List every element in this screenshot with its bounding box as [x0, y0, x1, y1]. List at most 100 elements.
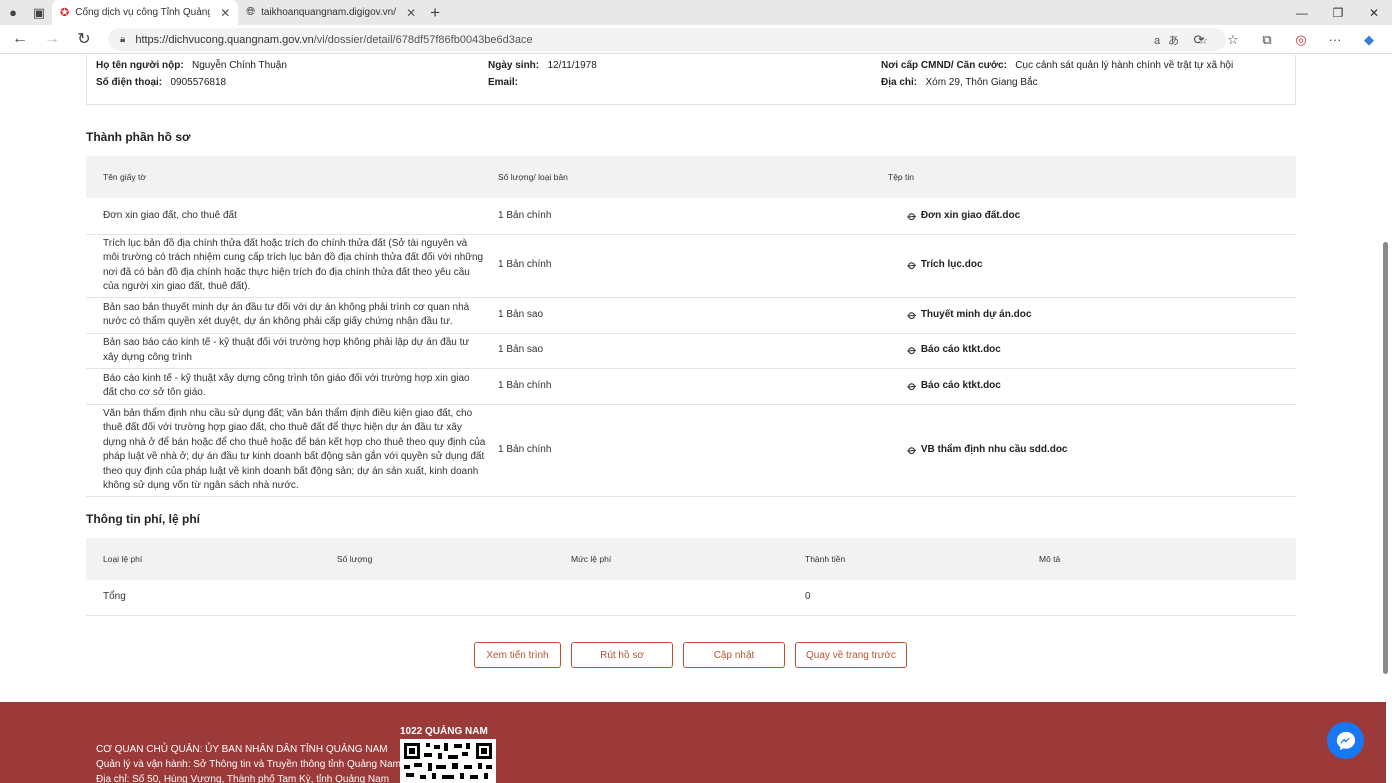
close-tab-icon[interactable]: ✕: [406, 6, 416, 20]
file-link[interactable]: ⌀ Trích lục.doc: [893, 256, 1296, 274]
footer-agency: CƠ QUAN CHỦ QUẢN: ỦY BAN NHÂN DÂN TỈNH Q…: [96, 744, 388, 755]
doc-qty: 1 Bản chính: [486, 404, 876, 497]
documents-title: Thành phần hồ sơ: [86, 130, 191, 144]
paperclip-icon: ⌀: [904, 256, 921, 274]
doc-name: Văn bản thẩm định nhu cầu sử dụng đất; v…: [86, 404, 486, 497]
favorites-icon[interactable]: ☆: [1216, 32, 1250, 48]
close-tab-icon[interactable]: ✕: [220, 6, 230, 20]
table-row: Tổng 0: [86, 580, 1296, 616]
maximize-icon[interactable]: ❐: [1320, 0, 1356, 25]
fees-table: Loại lệ phí Số lượng Mức lệ phí Thành ti…: [86, 538, 1296, 616]
doc-qty: 1 Bản sao: [486, 297, 876, 334]
menu-icon[interactable]: ···: [1318, 32, 1352, 47]
doc-name: Báo cáo kinh tế - kỹ thuật xây dựng công…: [86, 368, 486, 405]
update-button[interactable]: Cập nhật: [683, 642, 785, 668]
paperclip-icon: ⌀: [904, 306, 921, 323]
table-row: Bản sao báo cáo kinh tế - kỹ thuật đối v…: [86, 333, 1296, 369]
forward-icon[interactable]: →: [36, 30, 68, 48]
address-bar-row: ← → ↻ 🔒︎ https://dichvucong.quangnam.gov…: [0, 25, 1392, 54]
applicant-phone: Số điện thoại: 0905576818: [96, 77, 227, 88]
applicant-email: Email:: [488, 77, 519, 88]
table-row: Đơn xin giao đất, cho thuê đất 1 Bản chí…: [86, 198, 1296, 235]
url-host: https://dichvucong.quangnam.gov.vn: [135, 33, 314, 46]
fees-title: Thông tin phí, lệ phí: [86, 512, 200, 526]
table-row: Báo cáo kinh tế - kỹ thuật xây dựng công…: [86, 368, 1296, 405]
file-link[interactable]: ⌀ Báo cáo ktkt.doc: [893, 341, 1296, 359]
globe-icon: 🌐︎: [246, 6, 256, 18]
table-header-row: Tên giấy tờ Số lượng/ loại bản Tệp tin: [86, 156, 1296, 198]
col-doc-file: Tệp tin: [876, 156, 1296, 198]
applicant-address: Địa chỉ: Xóm 29, Thôn Giang Bắc: [881, 77, 1038, 88]
new-tab-button[interactable]: +: [430, 3, 440, 23]
withdraw-button[interactable]: Rút hồ sơ: [571, 642, 673, 668]
total-label: Tổng: [86, 580, 320, 616]
applicant-issuer: Nơi cấp CMND/ Căn cước: Cục cảnh sát quả…: [881, 60, 1234, 71]
view-progress-button[interactable]: Xem tiến trình: [474, 642, 561, 668]
browser-tab-bar: ● ▣ ✪ Cổng dịch vụ công Tỉnh Quảng Nam ✕…: [0, 0, 1392, 25]
back-icon[interactable]: ←: [4, 30, 36, 48]
doc-name: Bản sao báo cáo kinh tế - kỹ thuật đối v…: [86, 333, 486, 369]
paperclip-icon: ⌀: [904, 341, 921, 359]
table-row: Trích lục bản đồ địa chính thửa đất hoặc…: [86, 234, 1296, 298]
table-row: Văn bản thẩm định nhu cầu sử dụng đất; v…: [86, 404, 1296, 497]
file-link[interactable]: ⌀ Thuyết minh dự án.doc: [893, 306, 1296, 323]
qr-code: [400, 739, 496, 783]
lock-icon: 🔒︎: [120, 34, 126, 45]
messenger-chat-button[interactable]: [1327, 722, 1364, 759]
col-fee-rate: Mức lệ phí: [554, 538, 788, 580]
doc-name: Bản sao bản thuyết minh dự án đầu tư đối…: [86, 297, 486, 334]
tab-title: Cổng dịch vụ công Tỉnh Quảng Nam: [75, 7, 211, 18]
doc-name: Đơn xin giao đất, cho thuê đất: [86, 198, 486, 235]
footer-info: CƠ QUAN CHỦ QUẢN: ỦY BAN NHÂN DÂN TỈNH Q…: [96, 742, 401, 783]
window-controls: — ❐ ✕: [1284, 0, 1392, 25]
tab-title: taikhoanquangnam.digigov.vn/vi/: [261, 7, 397, 18]
footer-operator: Quản lý và vận hành: Sở Thông tin và Tru…: [96, 759, 401, 770]
browser-toolbar: ⟳ ☆ ⧉ ◎ ··· ◆: [1182, 25, 1386, 54]
tab-actions-icon[interactable]: ▣: [26, 0, 52, 25]
back-button[interactable]: Quay về trang trước: [795, 642, 907, 668]
footer: 1022 QUẢNG NAM CƠ QUAN CHỦ QUẢN: ỦY BAN …: [0, 702, 1386, 783]
paperclip-icon: ⌀: [904, 441, 921, 458]
favicon-icon: ✪: [60, 7, 70, 19]
collections-icon[interactable]: ⧉: [1250, 32, 1284, 48]
file-link[interactable]: ⌀ VB thẩm định nhu cầu sdd.doc: [893, 441, 1296, 458]
tab-dichvucong[interactable]: ✪ Cổng dịch vụ công Tỉnh Quảng Nam ✕: [52, 0, 239, 25]
close-window-icon[interactable]: ✕: [1356, 0, 1392, 25]
doc-qty: 1 Bản sao: [486, 333, 876, 369]
table-row: Bản sao bản thuyết minh dự án đầu tư đối…: [86, 297, 1296, 334]
col-doc-name: Tên giấy tờ: [86, 156, 486, 198]
paperclip-icon: ⌀: [904, 377, 921, 394]
table-header-row: Loại lệ phí Số lượng Mức lệ phí Thành ti…: [86, 538, 1296, 580]
col-fee-desc: Mô tả: [1022, 538, 1296, 580]
col-doc-qty: Số lượng/ loại bản: [486, 156, 876, 198]
applicant-dob: Ngày sinh: 12/11/1978: [488, 60, 597, 71]
paperclip-icon: ⌀: [904, 206, 921, 224]
page-content: Họ tên người nộp: Nguyễn Chính Thuận Số …: [0, 55, 1392, 783]
minimize-icon[interactable]: —: [1284, 0, 1320, 25]
scrollbar[interactable]: [1382, 62, 1388, 676]
doc-name: Trích lục bản đồ địa chính thửa đất hoặc…: [86, 234, 486, 298]
footer-address: Địa chỉ: Số 50, Hùng Vương, Thành phố Ta…: [96, 774, 390, 783]
tab-taikhoan[interactable]: 🌐︎ taikhoanquangnam.digigov.vn/vi/ ✕: [238, 0, 424, 25]
messenger-icon: [1336, 731, 1355, 750]
col-fee-qty: Số lượng: [320, 538, 554, 580]
doc-qty: 1 Bản chính: [486, 198, 876, 235]
total-value: 0: [788, 580, 1022, 616]
doc-qty: 1 Bản chính: [486, 234, 876, 298]
profile-icon[interactable]: ●: [0, 0, 26, 25]
copilot-icon[interactable]: ◆: [1352, 32, 1386, 48]
applicant-name: Họ tên người nộp: Nguyễn Chính Thuận: [96, 60, 287, 71]
col-fee-amount: Thành tiền: [788, 538, 1022, 580]
file-link[interactable]: ⌀ Báo cáo ktkt.doc: [893, 377, 1296, 394]
reload-icon[interactable]: ↻: [68, 29, 100, 49]
scrollbar-thumb[interactable]: [1383, 242, 1388, 674]
url-field[interactable]: 🔒︎ https://dichvucong.quangnam.gov.vn/vi…: [108, 28, 1226, 51]
doc-qty: 1 Bản chính: [486, 368, 876, 405]
hotline-label: 1022 QUẢNG NAM: [400, 726, 488, 737]
file-link[interactable]: ⌀ Đơn xin giao đất.doc: [893, 206, 1296, 224]
extensions-icon[interactable]: ⟳: [1182, 32, 1216, 48]
url-path: /vi/dossier/detail/678df57f86fb0043be6d3…: [313, 33, 533, 46]
documents-table: Tên giấy tờ Số lượng/ loại bản Tệp tin Đ…: [86, 156, 1296, 497]
col-fee-type: Loại lệ phí: [86, 538, 320, 580]
alerts-icon[interactable]: ◎: [1284, 32, 1318, 48]
